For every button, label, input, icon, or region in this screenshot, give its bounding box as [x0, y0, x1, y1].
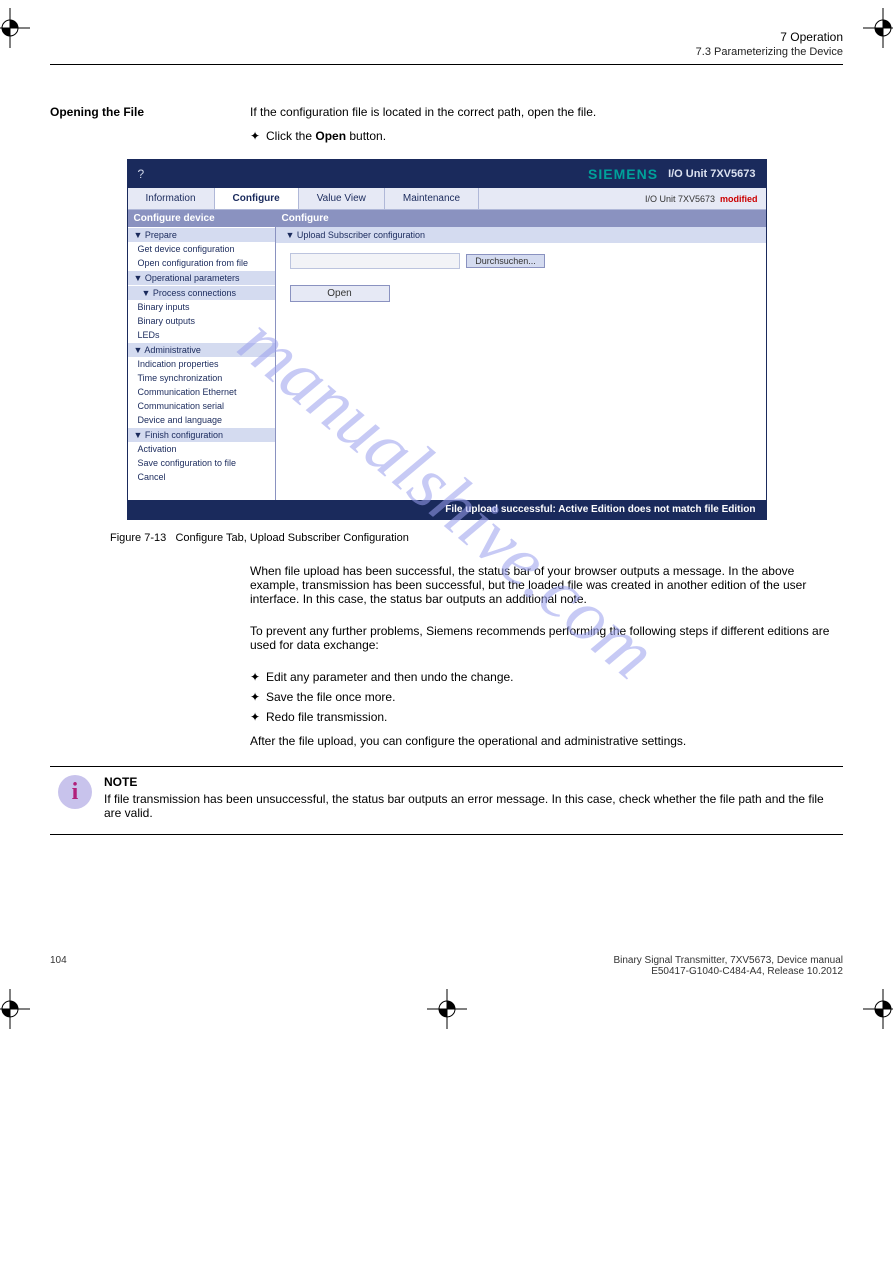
unit-label: I/O Unit 7XV5673	[668, 168, 755, 180]
section-path: 7.3 Parameterizing the Device	[50, 46, 843, 58]
help-icon[interactable]: ?	[138, 167, 145, 181]
sidebar-item-comm-serial[interactable]: Communication serial	[128, 399, 275, 413]
sidebar-group-process-connections[interactable]: ▼ Process connections	[128, 285, 275, 300]
sidebar: Configure device ▼ Prepare Get device co…	[128, 210, 276, 500]
note-body: If file transmission has been unsuccessf…	[104, 792, 843, 820]
sidebar-item-save-config[interactable]: Save configuration to file	[128, 456, 275, 470]
sidebar-item-leds[interactable]: LEDs	[128, 328, 275, 342]
paragraph-1: When file upload has been successful, th…	[250, 564, 843, 606]
diamond-icon: ✦	[250, 690, 266, 704]
note-rule-top	[50, 766, 843, 767]
registration-mark-icon	[863, 8, 893, 48]
tab-bar: Information Configure Value View Mainten…	[128, 188, 766, 210]
screenshot-container: ? SIEMENS I/O Unit 7XV5673 Information C…	[127, 159, 767, 520]
sidebar-item-get-device-config[interactable]: Get device configuration	[128, 242, 275, 256]
sidebar-item-comm-ethernet[interactable]: Communication Ethernet	[128, 385, 275, 399]
registration-mark-icon	[0, 989, 30, 1029]
file-input[interactable]	[290, 253, 460, 269]
tab-maintenance[interactable]: Maintenance	[385, 188, 479, 209]
main-heading: Configure	[276, 210, 766, 227]
note-title: NOTE	[104, 775, 843, 789]
chapter-num: 7	[780, 30, 787, 44]
subhead-text: If the configuration file is located in …	[250, 105, 843, 119]
registration-mark-icon	[427, 989, 467, 1029]
open-button[interactable]: Open	[290, 285, 390, 302]
manual-title: Binary Signal Transmitter, 7XV5673, Devi…	[613, 955, 843, 966]
page-number: 104	[50, 955, 67, 977]
tab-information[interactable]: Information	[128, 188, 215, 209]
sidebar-item-cancel[interactable]: Cancel	[128, 470, 275, 484]
sidebar-group-finish[interactable]: ▼ Finish configuration	[128, 427, 275, 442]
tab-configure[interactable]: Configure	[215, 188, 299, 209]
sidebar-item-indication-properties[interactable]: Indication properties	[128, 357, 275, 371]
manual-rev: E50417-G1040-C484-A4, Release 10.2012	[613, 966, 843, 977]
diamond-icon: ✦	[250, 670, 266, 684]
sidebar-group-prepare[interactable]: ▼ Prepare	[128, 227, 275, 242]
paragraph-2: To prevent any further problems, Siemens…	[250, 624, 843, 652]
pre-screenshot-text: Click the Open button.	[266, 129, 843, 143]
note-rule-bottom	[50, 834, 843, 835]
bullet-2: Save the file once more.	[266, 690, 843, 704]
status-label: I/O Unit 7XV5673 modified	[645, 194, 766, 204]
sidebar-item-binary-outputs[interactable]: Binary outputs	[128, 314, 275, 328]
figure-caption: Figure 7-13 Configure Tab, Upload Subscr…	[110, 532, 843, 544]
chapter-title: Operation	[790, 30, 843, 44]
sidebar-item-device-language[interactable]: Device and language	[128, 413, 275, 427]
bullet-1: Edit any parameter and then undo the cha…	[266, 670, 843, 684]
sidebar-group-administrative[interactable]: ▼ Administrative	[128, 342, 275, 357]
tab-value-view[interactable]: Value View	[299, 188, 385, 209]
info-icon: i	[58, 775, 92, 809]
brand-logo: SIEMENS	[588, 166, 658, 182]
sidebar-item-binary-inputs[interactable]: Binary inputs	[128, 300, 275, 314]
diamond-icon: ✦	[250, 710, 266, 724]
main-subheading[interactable]: ▼ Upload Subscriber configuration	[276, 227, 766, 243]
sidebar-item-open-config-file[interactable]: Open configuration from file	[128, 256, 275, 270]
final-paragraph: After the file upload, you can configure…	[250, 734, 843, 748]
sidebar-heading: Configure device	[128, 210, 275, 227]
header-rule	[50, 64, 843, 65]
browse-button[interactable]: Durchsuchen...	[466, 254, 545, 268]
subhead-label: Opening the File	[50, 105, 250, 119]
sidebar-item-activation[interactable]: Activation	[128, 442, 275, 456]
sidebar-group-operational[interactable]: ▼ Operational parameters	[128, 270, 275, 285]
registration-mark-icon	[0, 8, 30, 48]
sidebar-item-time-sync[interactable]: Time synchronization	[128, 371, 275, 385]
main-panel: Configure ▼ Upload Subscriber configurat…	[276, 210, 766, 500]
registration-mark-icon	[863, 989, 893, 1029]
status-bar: File upload successful: Active Edition d…	[128, 500, 766, 519]
bullet-3: Redo file transmission.	[266, 710, 843, 724]
diamond-icon: ✦	[250, 129, 266, 143]
